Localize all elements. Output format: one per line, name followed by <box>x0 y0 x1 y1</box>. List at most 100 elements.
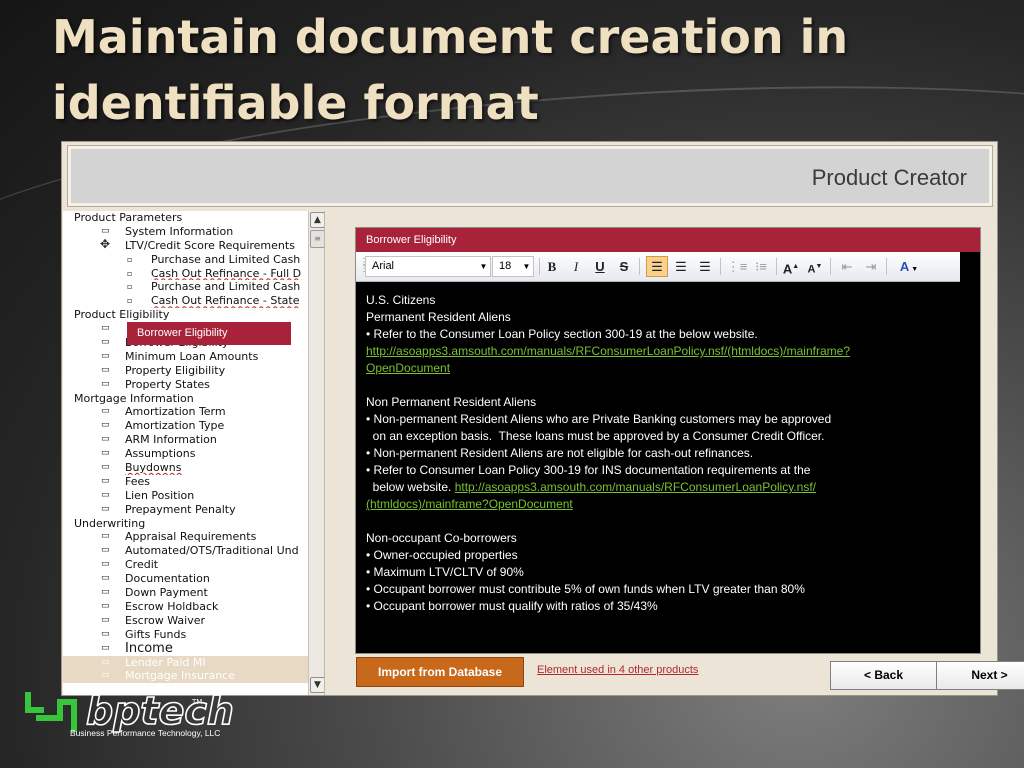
tree-item[interactable]: ▭ Down Payment <box>63 586 308 600</box>
logo-subtitle: Business Performance Technology, LLC <box>70 728 221 738</box>
tree-item-label: Assumptions <box>125 447 196 461</box>
tree-item[interactable]: ▫ Purchase and Limited Cash <box>63 280 308 294</box>
tree-bullet-icon: ▭ <box>101 434 110 445</box>
tree-item[interactable]: Mortgage Information <box>63 392 308 406</box>
tree-item[interactable]: ▭ Buydowns <box>63 461 308 475</box>
scroll-down-icon[interactable]: ▼ <box>310 677 324 693</box>
numbered-list-icon[interactable]: ⋮≡ <box>726 256 748 277</box>
editor-line-text: • Occupant borrower must contribute 5% o… <box>366 582 805 596</box>
next-button[interactable]: Next > <box>936 661 1024 690</box>
tree-bullet-icon: ▭ <box>101 656 110 667</box>
tree-item[interactable]: ▫ Cash Out Refinance - State <box>63 294 308 308</box>
tree-item[interactable]: ▭ Amortization Term <box>63 405 308 419</box>
tree-item[interactable]: ▭ Automated/OTS/Traditional Und <box>63 544 308 558</box>
editor-line: http://asoapps3.amsouth.com/manuals/RFCo… <box>366 343 966 360</box>
editor-line-text: Permanent Resident Aliens <box>366 310 511 324</box>
tree-item[interactable]: ▭ Property Eligibility <box>63 364 308 378</box>
tree-item[interactable]: ▭ Prepayment Penalty <box>63 503 308 517</box>
element-usage-link[interactable]: Element used in 4 other products <box>537 664 698 676</box>
slide-title: Maintain document creation in identifiab… <box>52 10 849 130</box>
policy-link[interactable]: OpenDocument <box>366 361 450 375</box>
policy-link[interactable]: http://asoapps3.amsouth.com/manuals/RFCo… <box>455 480 816 494</box>
tree-item[interactable]: ✥ LTV/Credit Score Requirements <box>63 239 308 253</box>
tree-bullet-icon: ▭ <box>101 364 110 375</box>
tree-item-label: Buydowns <box>125 461 182 475</box>
tree-item[interactable]: ▭ Lender Paid MI <box>63 655 308 670</box>
bptech-logo: bptech TM <box>25 688 235 734</box>
tree-item[interactable]: ▭ Documentation <box>63 572 308 586</box>
tree-item[interactable]: ▭ Escrow Waiver <box>63 614 308 628</box>
font-size-value: 18 <box>499 260 512 272</box>
tree-item[interactable]: ▫ Cash Out Refinance - Full D <box>63 267 308 281</box>
editor-line-text: • Refer to Consumer Loan Policy 300-19 f… <box>366 463 811 477</box>
font-color-icon[interactable]: A ▼ <box>892 256 926 277</box>
back-button[interactable]: < Back <box>830 661 937 690</box>
align-center-icon[interactable]: ☰ <box>670 256 692 277</box>
tree-item[interactable]: ▭ Property States <box>63 378 308 392</box>
tree-item-label: Minimum Loan Amounts <box>125 349 259 363</box>
tree-item-label: Prepayment Penalty <box>125 502 236 516</box>
tree-item[interactable]: ▭ Fees <box>63 475 308 489</box>
font-name-select[interactable]: Arial ▼ <box>365 256 491 277</box>
editor-line-text: • Non-permanent Resident Aliens who are … <box>366 412 832 426</box>
tree-item-label: Product Parameters <box>74 211 183 224</box>
tree-bullet-icon: ▭ <box>101 323 110 334</box>
tree-item-label: Appraisal Requirements <box>125 530 257 544</box>
scroll-up-icon[interactable]: ▲ <box>310 212 324 228</box>
tree-item-label: Underwriting <box>74 516 146 530</box>
tree-item-label: Lien Position <box>125 488 195 502</box>
tree-item[interactable]: ▭ Gifts Funds <box>63 628 308 642</box>
tree-bullet-icon: ▭ <box>101 531 110 542</box>
decrease-font-icon[interactable]: A▼ <box>804 256 826 277</box>
editor-line: Permanent Resident Aliens <box>366 309 966 326</box>
tree-item[interactable]: ▭ Minimum Loan Amounts <box>63 350 308 364</box>
rich-text-editor[interactable]: Borrower Eligibility ⋮ ⋮ Arial ▼ 18 ▼ B I… <box>355 227 981 654</box>
editor-content[interactable]: U.S. Citizens Permanent Resident Aliens • … <box>366 292 966 615</box>
align-right-icon[interactable]: ☰ <box>694 256 716 277</box>
tree-item[interactable]: ▫ Purchase and Limited Cash <box>63 253 308 267</box>
import-from-database-button[interactable]: Import from Database <box>356 657 524 687</box>
tree-item[interactable]: ▭ Income <box>63 642 308 656</box>
editor-line-text: • Maximum LTV/CLTV of 90% <box>366 565 524 579</box>
expand-plus-icon[interactable]: ✥ <box>100 239 110 252</box>
tree-item[interactable]: ▭ Credit <box>63 558 308 572</box>
tree-item[interactable]: ▭ Amortization Type <box>63 419 308 433</box>
policy-link[interactable]: http://asoapps3.amsouth.com/manuals/RFCo… <box>366 344 850 358</box>
align-left-icon[interactable]: ☰ <box>646 256 668 277</box>
scroll-thumb[interactable]: ≡ <box>310 230 324 248</box>
tree-item-label: Income <box>125 641 173 656</box>
tree-item[interactable]: ▭ Mortgage Insurance <box>63 669 308 684</box>
bullet-list-icon[interactable]: ⁝≡ <box>750 256 772 277</box>
policy-link[interactable]: (htmldocs)/mainframe?OpenDocument <box>366 497 573 511</box>
tree-item[interactable]: ▭ ARM Information <box>63 433 308 447</box>
tree-item-label: Down Payment <box>125 586 208 600</box>
font-size-select[interactable]: 18 ▼ <box>492 256 534 277</box>
tree-item[interactable]: Underwriting <box>63 517 308 531</box>
underline-icon[interactable]: U <box>589 256 611 277</box>
editor-line-text: • Non-permanent Resident Aliens are not … <box>366 446 754 460</box>
tree-item[interactable]: Product Parameters <box>63 211 308 225</box>
editor-line-text: • Owner-occupied properties <box>366 548 518 562</box>
tree-bullet-icon: ▭ <box>101 503 110 514</box>
tree-bullet-icon: ▭ <box>101 587 110 598</box>
editor-line-text: • Refer to the Consumer Loan Policy sect… <box>366 327 758 341</box>
tree-item[interactable]: ▭ Escrow Holdback <box>63 600 308 614</box>
tree-item[interactable]: ▭ Assumptions <box>63 447 308 461</box>
outdent-icon[interactable]: ⇤ <box>836 256 858 277</box>
tree-item[interactable]: ▭ Appraisal Requirements <box>63 530 308 544</box>
italic-icon[interactable]: I <box>565 256 587 277</box>
tree-item-label: Gifts Funds <box>125 627 187 641</box>
editor-line: • Owner-occupied properties <box>366 547 966 564</box>
tree-selected-item[interactable]: Borrower Eligibility <box>127 322 291 345</box>
tree-scrollbar[interactable]: ▲ ≡ ▼ <box>308 211 324 695</box>
tree-bullet-icon: ▭ <box>101 448 110 459</box>
tree-item[interactable]: ▭ Lien Position <box>63 489 308 503</box>
strikethrough-icon[interactable]: S <box>613 256 635 277</box>
tree-bullet-icon: ▭ <box>101 225 110 236</box>
tree-item[interactable]: ▭ System Information <box>63 225 308 239</box>
increase-font-icon[interactable]: A▲ <box>780 256 802 277</box>
tree-item[interactable]: Product Eligibility <box>63 308 308 322</box>
bold-icon[interactable]: B <box>541 256 563 277</box>
tree-bullet-icon: ▭ <box>101 462 110 473</box>
indent-icon[interactable]: ⇥ <box>860 256 882 277</box>
